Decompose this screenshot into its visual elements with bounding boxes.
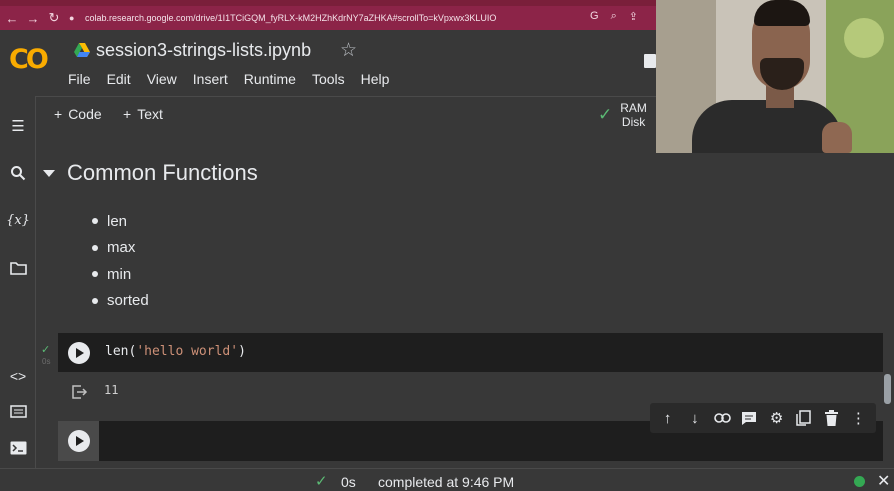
code-cell[interactable]: len('hello world') (58, 333, 883, 372)
bullet-list: len max min sorted (92, 208, 149, 314)
lock-icon[interactable]: ● (69, 13, 79, 23)
status-elapsed: 0s (341, 474, 356, 490)
status-bar: ✓ 0s completed at 9:46 PM ✕ (0, 468, 894, 491)
command-palette-icon[interactable] (8, 401, 28, 421)
variables-icon[interactable]: {x} (6, 210, 30, 230)
reload-icon[interactable]: ↻ (45, 9, 63, 27)
forward-icon[interactable]: → (24, 9, 42, 27)
run-cell-area (58, 421, 99, 461)
table-of-contents-icon[interactable]: ☰ (8, 116, 28, 136)
menu-file[interactable]: File (68, 71, 91, 87)
menu-edit[interactable]: Edit (107, 71, 131, 87)
mirror-cell-icon[interactable] (794, 408, 814, 428)
webcam-presenter-hair (754, 0, 810, 26)
share-icon[interactable]: ⇪ (629, 10, 638, 23)
vertical-scrollbar[interactable] (884, 374, 891, 404)
move-down-icon[interactable]: ↓ (685, 408, 705, 428)
terminal-icon[interactable] (8, 438, 28, 458)
exec-time: 0s (42, 357, 51, 366)
left-sidebar: ☰ {x} <> (0, 96, 36, 468)
clear-output-icon[interactable] (72, 385, 88, 399)
list-item: max (92, 235, 149, 262)
status-check-icon: ✓ (315, 473, 328, 490)
executed-check-icon: ✓ (41, 344, 51, 356)
add-text-label: Text (137, 106, 163, 122)
code-string: 'hello world' (136, 344, 239, 359)
menu-bar: File Edit View Insert Runtime Tools Help (68, 71, 405, 87)
section-header[interactable]: Common Functions (43, 160, 258, 186)
status-completed[interactable]: completed at 9:46 PM (378, 474, 514, 490)
code-snippets-icon[interactable]: <> (8, 366, 28, 386)
code-fn: len( (105, 344, 137, 359)
list-item: len (92, 208, 149, 235)
webcam-overlay (656, 0, 894, 153)
code-editor[interactable]: len('hello world') (105, 344, 246, 359)
resource-indicator[interactable]: ✓ RAM Disk (598, 101, 647, 129)
add-code-label: Code (68, 106, 102, 122)
run-button[interactable] (67, 341, 90, 364)
menu-help[interactable]: Help (361, 71, 390, 87)
collapse-caret-icon[interactable] (43, 169, 55, 177)
colab-window: ← → ↻ ● colab.research.google.com/drive/… (0, 0, 894, 491)
code-close: ) (238, 344, 246, 359)
cell-output: 11 (104, 383, 119, 397)
menu-tools[interactable]: Tools (312, 71, 345, 87)
connected-check-icon: ✓ (598, 105, 613, 124)
plus-icon: + (123, 106, 132, 122)
link-icon[interactable] (712, 408, 732, 428)
google-lens-icon[interactable]: G (590, 10, 599, 23)
back-icon[interactable]: ← (3, 9, 21, 27)
google-drive-icon (74, 43, 90, 57)
section-title: Common Functions (67, 160, 258, 185)
webcam-plant-leaf (844, 18, 884, 58)
move-up-icon[interactable]: ↑ (658, 408, 678, 428)
plus-icon: + (54, 106, 63, 122)
notebook-title[interactable]: session3-strings-lists.ipynb (96, 40, 311, 61)
menu-insert[interactable]: Insert (193, 71, 228, 87)
delete-icon[interactable] (821, 408, 841, 428)
menu-runtime[interactable]: Runtime (244, 71, 296, 87)
zoom-icon[interactable]: ⌕ (611, 10, 617, 23)
files-icon[interactable] (8, 258, 28, 278)
close-icon[interactable]: ✕ (877, 471, 890, 491)
run-button[interactable] (67, 430, 90, 452)
disk-label: Disk (621, 115, 646, 129)
colab-logo[interactable]: CO (9, 44, 53, 75)
webcam-presenter-hand (822, 122, 852, 153)
url-text[interactable]: colab.research.google.com/drive/1I1TCiGQ… (85, 13, 496, 23)
add-text-button[interactable]: + Text (123, 106, 163, 122)
address-bar-icons: G ⌕ ⇪ (590, 10, 638, 23)
list-item: min (92, 261, 149, 288)
more-icon[interactable]: ⋮ (848, 408, 868, 428)
ram-disk-label: RAM Disk (620, 101, 647, 129)
star-icon[interactable]: ☆ (340, 39, 357, 62)
runtime-status-icon (854, 476, 865, 487)
add-code-button[interactable]: + Code (54, 106, 102, 122)
search-icon[interactable] (8, 163, 28, 183)
comments-icon[interactable] (644, 54, 656, 68)
list-item: sorted (92, 288, 149, 315)
settings-icon[interactable]: ⚙ (767, 408, 787, 428)
run-cell-area (58, 333, 99, 372)
menu-view[interactable]: View (147, 71, 177, 87)
comment-icon[interactable] (739, 408, 759, 428)
cell-toolbar: ↑ ↓ ⚙ ⋮ (650, 403, 876, 433)
ram-label: RAM (620, 101, 647, 115)
